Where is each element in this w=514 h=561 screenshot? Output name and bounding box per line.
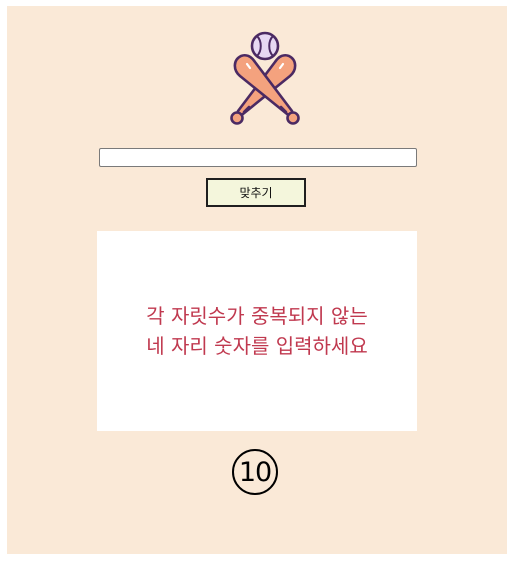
game-panel: 맞추기 각 자릿수가 중복되지 않는 네 자리 숫자를 입력하세요 10 xyxy=(7,6,507,554)
instruction-line-1: 각 자릿수가 중복되지 않는 xyxy=(146,304,368,328)
message-box: 각 자릿수가 중복되지 않는 네 자리 숫자를 입력하세요 xyxy=(97,231,417,431)
instruction-message: 각 자릿수가 중복되지 않는 네 자리 숫자를 입력하세요 xyxy=(146,301,367,361)
baseball-bats-icon xyxy=(230,31,300,125)
remaining-attempts-counter: 10 xyxy=(232,449,278,495)
instruction-line-2: 네 자리 숫자를 입력하세요 xyxy=(146,334,368,358)
guess-input[interactable] xyxy=(99,148,417,167)
check-answer-button[interactable]: 맞추기 xyxy=(206,178,306,207)
